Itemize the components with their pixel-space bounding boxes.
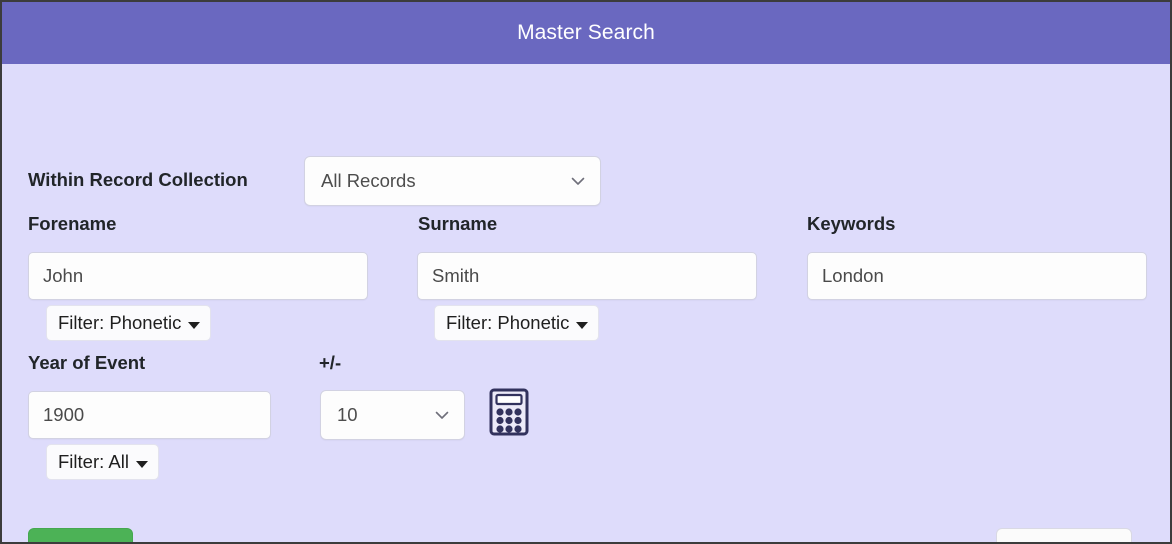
- search-form: Within Record Collection All Records For…: [2, 64, 1170, 542]
- surname-filter-label: Filter: Phonetic: [446, 312, 570, 333]
- forename-input[interactable]: [28, 252, 368, 300]
- reset-form-button[interactable]: Reset form: [996, 528, 1133, 542]
- surname-input[interactable]: [417, 252, 757, 300]
- master-search-window: Master Search Within Record Collection A…: [0, 0, 1172, 544]
- keywords-input[interactable]: [807, 252, 1147, 300]
- surname-label: Surname: [418, 213, 498, 234]
- range-select[interactable]: 10: [320, 390, 465, 440]
- keywords-label: Keywords: [807, 213, 896, 234]
- range-label: +/-: [319, 352, 342, 373]
- forename-label: Forename: [28, 213, 117, 234]
- window-title: Master Search: [517, 21, 655, 44]
- collection-label: Within Record Collection: [28, 169, 248, 190]
- forename-filter-button[interactable]: Filter: Phonetic: [46, 305, 212, 341]
- year-input[interactable]: [28, 391, 271, 439]
- year-label: Year of Event: [28, 352, 146, 373]
- range-select-value: 10: [337, 404, 358, 425]
- surname-filter-button[interactable]: Filter: Phonetic: [434, 305, 600, 341]
- caret-down-icon: [576, 321, 589, 329]
- year-filter-button[interactable]: Filter: All: [46, 444, 159, 480]
- window-titlebar: Master Search: [2, 2, 1170, 64]
- search-button[interactable]: Search: [28, 528, 133, 542]
- chevron-down-icon: [570, 173, 586, 189]
- calculator-icon: [489, 388, 529, 436]
- caret-down-icon: [135, 460, 148, 468]
- collection-select-value: All Records: [321, 170, 416, 191]
- forename-filter-label: Filter: Phonetic: [58, 312, 182, 333]
- chevron-down-icon: [434, 407, 450, 423]
- collection-select[interactable]: All Records: [304, 156, 601, 206]
- calculator-icon-button[interactable]: [488, 388, 529, 436]
- caret-down-icon: [188, 321, 201, 329]
- year-filter-label: Filter: All: [58, 451, 129, 472]
